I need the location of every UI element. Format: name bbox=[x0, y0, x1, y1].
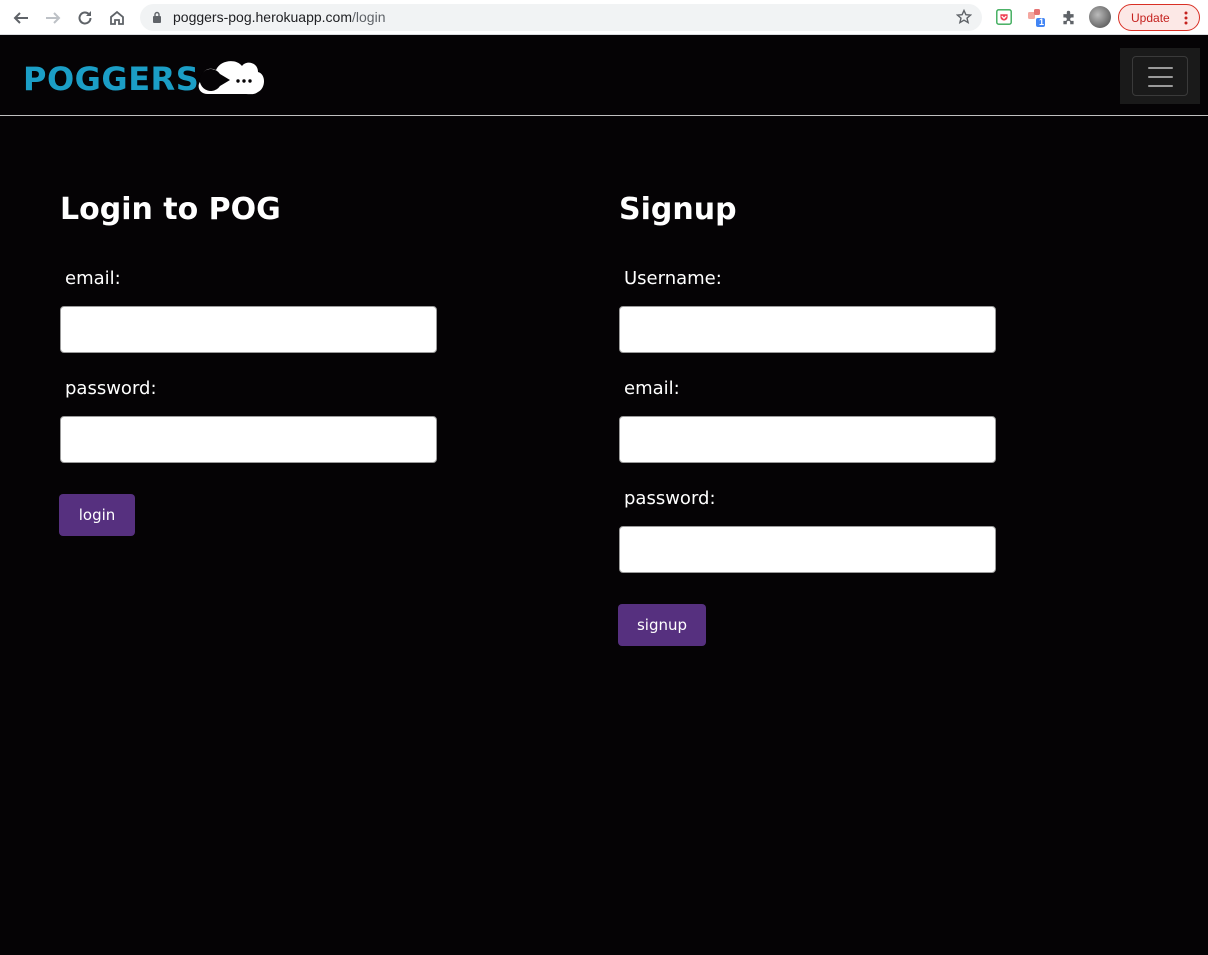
extension-badge-icon[interactable]: 1 bbox=[1026, 7, 1046, 27]
back-button[interactable] bbox=[8, 5, 34, 31]
signup-title: Signup bbox=[619, 192, 737, 227]
browser-toolbar: poggers-pog.herokuapp.com/login 1 Update bbox=[0, 0, 1208, 35]
pacman-cloud-logo-icon bbox=[198, 61, 264, 95]
signup-password-input[interactable] bbox=[619, 526, 996, 573]
signup-email-label: email: bbox=[624, 378, 680, 399]
signup-username-label: Username: bbox=[624, 268, 722, 289]
update-button[interactable]: Update bbox=[1118, 4, 1200, 31]
navbar: POGGERS bbox=[0, 36, 1208, 116]
url-text: poggers-pog.herokuapp.com/login bbox=[173, 9, 385, 25]
brand-title[interactable]: POGGERS bbox=[23, 60, 199, 98]
signup-email-input[interactable] bbox=[619, 416, 996, 463]
bookmark-star-icon[interactable] bbox=[956, 9, 972, 25]
login-password-label: password: bbox=[65, 378, 157, 399]
forward-arrow-icon bbox=[46, 12, 61, 24]
login-email-input[interactable] bbox=[60, 306, 437, 353]
extensions-puzzle-icon[interactable] bbox=[1058, 7, 1078, 27]
back-arrow-icon bbox=[13, 12, 28, 24]
hamburger-icon bbox=[1148, 67, 1173, 69]
home-icon bbox=[110, 10, 124, 25]
signup-form: Signup Username: email: password: signup bbox=[618, 190, 1039, 670]
signup-password-label: password: bbox=[624, 488, 716, 509]
login-button[interactable]: login bbox=[59, 494, 135, 536]
extension-badge-count: 1 bbox=[1039, 17, 1045, 27]
hamburger-icon-line bbox=[1148, 85, 1173, 87]
signup-button[interactable]: signup bbox=[618, 604, 706, 646]
login-title: Login to POG bbox=[60, 192, 281, 227]
hamburger-menu-button[interactable] bbox=[1132, 56, 1188, 96]
reload-button[interactable] bbox=[72, 5, 98, 31]
login-form: Login to POG email: password: login bbox=[59, 190, 480, 590]
lock-icon bbox=[153, 11, 161, 23]
url-path: /login bbox=[352, 9, 386, 25]
address-bar[interactable]: poggers-pog.herokuapp.com/login bbox=[140, 4, 982, 31]
login-email-label: email: bbox=[65, 268, 121, 289]
more-vert-icon bbox=[1184, 11, 1188, 25]
login-password-input[interactable] bbox=[60, 416, 437, 463]
navbar-toggle-area bbox=[1120, 48, 1200, 104]
pocket-extension-icon[interactable] bbox=[994, 7, 1014, 27]
url-host: poggers-pog.herokuapp.com bbox=[173, 9, 353, 25]
home-button[interactable] bbox=[104, 5, 130, 31]
update-label: Update bbox=[1131, 11, 1170, 25]
reload-icon bbox=[78, 11, 92, 25]
profile-avatar[interactable] bbox=[1089, 6, 1111, 28]
hamburger-icon-line bbox=[1148, 76, 1173, 78]
forward-button[interactable] bbox=[40, 5, 66, 31]
signup-username-input[interactable] bbox=[619, 306, 996, 353]
